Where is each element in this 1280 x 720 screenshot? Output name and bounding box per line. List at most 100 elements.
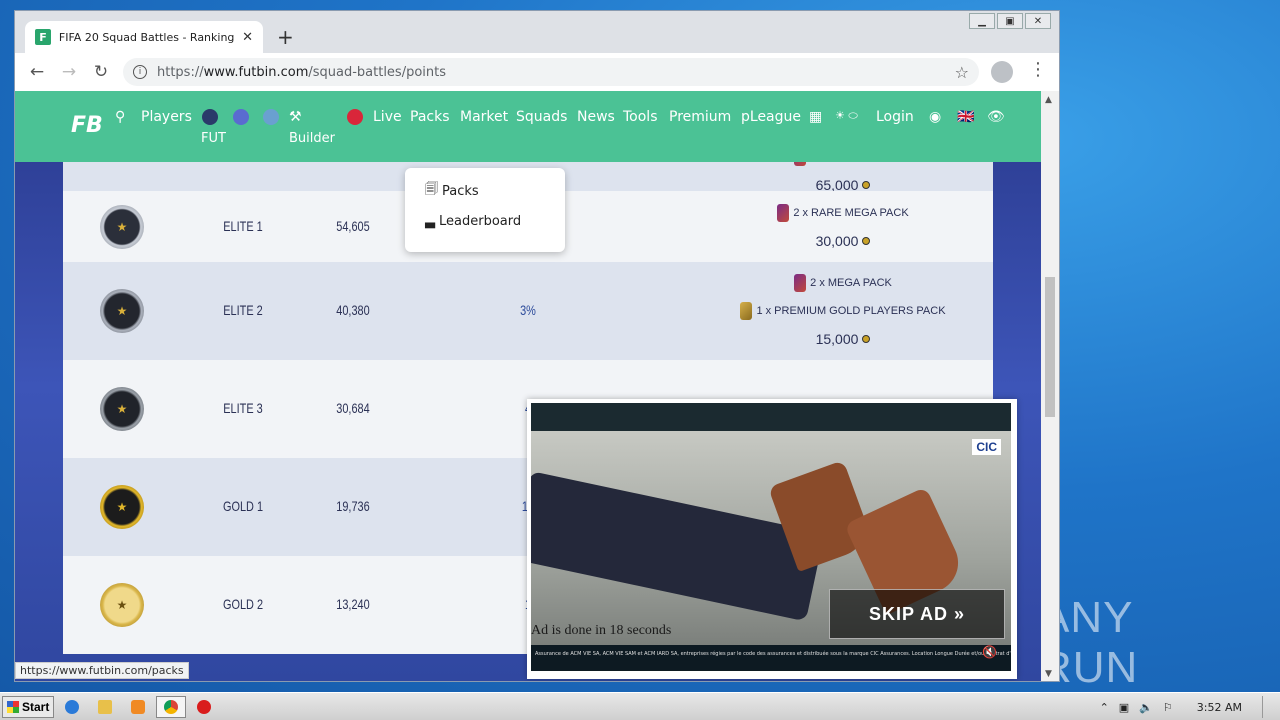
- packs-dropdown: 🗐 Packs ▃ Leaderboard: [405, 168, 565, 252]
- close-window-button[interactable]: ✕: [1025, 13, 1051, 29]
- nav-live[interactable]: Live: [373, 109, 402, 125]
- nav-builder[interactable]: Builder: [289, 131, 335, 146]
- page-viewport: FB ⚲ Players FUT ⚒ Builder Live Packs Ma…: [15, 91, 1041, 681]
- maximize-button[interactable]: ▣: [997, 13, 1023, 29]
- cic-logo: CIC: [972, 439, 1001, 455]
- url-path: /squad-battles/points: [308, 64, 447, 80]
- tab-strip: F FIFA 20 Squad Battles - Ranking - M ✕ …: [15, 11, 1059, 53]
- menu-kebab-icon[interactable]: ⋮: [1029, 59, 1047, 80]
- dropdown-item-leaderboard[interactable]: ▃ Leaderboard: [425, 214, 521, 229]
- reward-text: 1 x PREMIUM GOLD PLAYERS PACK: [756, 305, 946, 317]
- ad-video[interactable]: CIC SKIP AD » Ad is done in 18 seconds A…: [531, 403, 1011, 671]
- rank-name: ELITE 3: [223, 400, 263, 416]
- podium-icon: ▃: [425, 214, 435, 229]
- scroll-up-icon[interactable]: ▲: [1045, 95, 1052, 105]
- show-desktop-button[interactable]: [1262, 696, 1272, 718]
- browser-toolbar: ← → ↻ i https://www.futbin.com/squad-bat…: [15, 53, 1059, 91]
- nav-squads[interactable]: Squads: [516, 109, 567, 125]
- theme-toggle[interactable]: ☀ ⬭: [835, 109, 858, 123]
- search-icon[interactable]: ⚲: [115, 109, 125, 125]
- network-icon[interactable]: ▣: [1119, 701, 1129, 714]
- start-label: Start: [22, 699, 50, 714]
- visibility-eye-icon[interactable]: 👁: [987, 109, 1005, 125]
- site-navbar: FB ⚲ Players FUT ⚒ Builder Live Packs Ma…: [15, 91, 1041, 162]
- nav-packs[interactable]: Packs: [410, 109, 450, 125]
- page-scrollbar[interactable]: ▲ ▼: [1041, 91, 1059, 681]
- coin-icon: [862, 335, 871, 343]
- coins-value: 15,000: [815, 331, 859, 347]
- anyrun-watermark: ANY RUN: [1040, 593, 1240, 692]
- bookmark-star-icon[interactable]: ☆: [955, 63, 969, 82]
- mute-icon[interactable]: 🔇: [982, 645, 997, 659]
- browser-tab[interactable]: F FIFA 20 Squad Battles - Ranking - M ✕: [25, 21, 263, 53]
- nav-premium[interactable]: Premium: [669, 109, 731, 125]
- rank-name: ELITE 2: [223, 302, 263, 318]
- nav-tools[interactable]: Tools: [623, 109, 658, 125]
- dropdown-label: Leaderboard: [439, 214, 522, 229]
- stop-icon[interactable]: [189, 696, 219, 718]
- chrome-taskbar-icon[interactable]: [156, 695, 186, 718]
- watermark-text: ANY RUN: [1040, 593, 1139, 692]
- dropdown-label: Packs: [442, 183, 479, 199]
- explorer-folder-icon[interactable]: [90, 696, 120, 718]
- platform-select-icon[interactable]: ◉: [929, 109, 941, 125]
- coin-icon: [862, 181, 871, 189]
- start-button[interactable]: Start: [2, 695, 54, 718]
- nav-market[interactable]: Market: [460, 109, 508, 125]
- nav-fut[interactable]: FUT: [201, 131, 226, 146]
- back-icon[interactable]: ←: [21, 62, 53, 82]
- table-row: ★ ELITE 2 40,380 3% 2 x MEGA PACK 1 x PREMIUM…: [63, 262, 993, 360]
- media-player-icon[interactable]: [123, 696, 153, 718]
- address-bar[interactable]: i https://www.futbin.com/squad-battles/p…: [123, 58, 979, 86]
- pack-icon: [777, 203, 790, 222]
- rank-badge-icon: ★: [100, 485, 144, 529]
- url-prefix: https://: [157, 64, 204, 80]
- site-info-icon[interactable]: i: [133, 65, 147, 79]
- dropdown-item-packs[interactable]: 🗐 Packs: [425, 180, 479, 202]
- reward-line: 2 x MEGA PACK: [713, 269, 973, 297]
- fifa-live-icon[interactable]: [347, 109, 363, 125]
- futbin-logo[interactable]: FB: [71, 113, 103, 138]
- skip-ad-label: SKIP AD: [868, 603, 948, 624]
- nav-pleague[interactable]: pLeague: [741, 109, 801, 125]
- builder-tools-icon[interactable]: ⚒: [289, 109, 302, 125]
- reward-line: 1 x PREMIUM GOLD PLAYERS PACK: [713, 297, 973, 325]
- pack-icon: [740, 302, 753, 320]
- rank-badge-icon: ★: [100, 583, 144, 627]
- coin-icon: [862, 236, 871, 245]
- profile-avatar[interactable]: [991, 61, 1013, 83]
- calculator-icon[interactable]: ▦: [809, 109, 822, 125]
- nav-news[interactable]: News: [577, 109, 615, 125]
- forward-icon[interactable]: →: [53, 62, 85, 82]
- rank-name: GOLD 1: [222, 498, 264, 514]
- fut-shield-icon[interactable]: [202, 109, 218, 125]
- tab-close-icon[interactable]: ✕: [242, 30, 253, 45]
- points-value: 19,736: [336, 498, 370, 514]
- rank-name: ELITE 1: [223, 217, 263, 234]
- minimize-button[interactable]: ▁: [969, 13, 995, 29]
- clock[interactable]: 3:52 AM: [1197, 701, 1242, 714]
- action-center-flag-icon[interactable]: ⚐: [1163, 701, 1173, 714]
- scroll-down-icon[interactable]: ▼: [1045, 669, 1052, 679]
- fut-champions-icon[interactable]: [233, 109, 249, 125]
- language-flag-icon[interactable]: 🇬🇧: [957, 109, 974, 125]
- scroll-thumb[interactable]: [1045, 277, 1055, 417]
- rank-badge-icon: ★: [100, 289, 144, 333]
- nav-players[interactable]: Players: [141, 109, 192, 125]
- nav-login[interactable]: Login: [876, 109, 914, 125]
- tray-expand-icon[interactable]: ⌃: [1100, 701, 1109, 714]
- new-tab-button[interactable]: +: [277, 25, 294, 49]
- points-value: 13,240: [336, 596, 370, 612]
- status-bar-url: https://www.futbin.com/packs: [15, 662, 189, 679]
- skip-ad-button[interactable]: SKIP AD »: [829, 589, 1005, 639]
- url-domain: www.futbin.com: [203, 64, 309, 80]
- video-ad: CIC SKIP AD » Ad is done in 18 seconds A…: [527, 399, 1017, 679]
- futbin-favicon-icon: F: [35, 29, 51, 45]
- ie-icon[interactable]: [57, 696, 87, 718]
- reward-text: 2 x RARE MEGA PACK: [793, 206, 909, 219]
- draft-icon[interactable]: [263, 109, 279, 125]
- pack-icon: [794, 274, 807, 292]
- volume-icon[interactable]: 🔈: [1139, 701, 1153, 714]
- rank-badge-icon: ★: [100, 387, 144, 431]
- reload-icon[interactable]: ↻: [85, 62, 117, 82]
